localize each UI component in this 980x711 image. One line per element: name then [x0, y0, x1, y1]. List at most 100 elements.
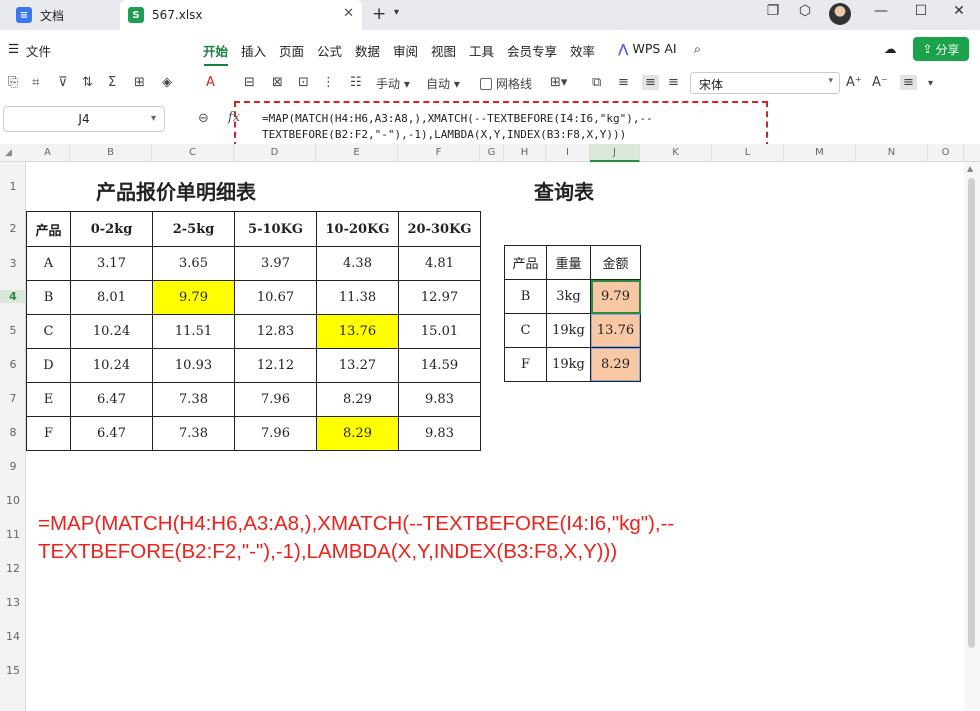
- tab-docs[interactable]: ≡ 文档: [8, 0, 118, 30]
- highlighted-cell[interactable]: 9.79: [152, 280, 235, 315]
- align-icon[interactable]: ⊟: [244, 75, 255, 90]
- table-cell[interactable]: 3.17: [70, 246, 153, 281]
- table-cell[interactable]: 11.38: [316, 280, 399, 315]
- maximize-icon[interactable]: ☐: [910, 3, 932, 19]
- table-cell[interactable]: 14.59: [398, 348, 481, 383]
- sheet-grid[interactable]: 产品报价单明细表 查询表 产品 0-2kg 2-5kg 5-10KG 10-20…: [26, 162, 964, 711]
- table-cell[interactable]: 10.67: [234, 280, 317, 315]
- format-painter-icon[interactable]: ⌗: [32, 75, 39, 90]
- column-header-i[interactable]: I: [546, 144, 590, 162]
- column-header-b[interactable]: B: [70, 144, 152, 162]
- chevron-down-icon[interactable]: ▾: [394, 7, 399, 18]
- row-header-2[interactable]: 2: [0, 222, 26, 235]
- highlighted-cell[interactable]: 13.76: [316, 314, 399, 349]
- column-header-k[interactable]: K: [640, 144, 712, 162]
- table-cell[interactable]: D: [26, 348, 71, 383]
- table-cell[interactable]: 13.27: [316, 348, 399, 383]
- row-header-13[interactable]: 13: [0, 596, 26, 609]
- header-cell[interactable]: 产品: [504, 245, 547, 280]
- row-header-10[interactable]: 10: [0, 494, 26, 507]
- align-left-icon[interactable]: ≡: [618, 75, 629, 90]
- table-cell[interactable]: C: [26, 314, 71, 349]
- fx-icon[interactable]: fx: [228, 110, 240, 125]
- column-header-d[interactable]: D: [234, 144, 316, 162]
- highlighted-cell[interactable]: 8.29: [316, 416, 399, 451]
- column-header-m[interactable]: M: [784, 144, 856, 162]
- wrap-icon[interactable]: ⊡: [298, 75, 309, 90]
- table-cell[interactable]: 10.93: [152, 348, 235, 383]
- search-icon[interactable]: ⌕: [694, 41, 701, 57]
- cloud-sync-icon[interactable]: ☁: [884, 41, 897, 56]
- scroll-up-icon[interactable]: ▲: [967, 164, 973, 173]
- row-header-15[interactable]: 15: [0, 664, 26, 677]
- table-cell[interactable]: F: [504, 347, 547, 382]
- row-header-7[interactable]: 7: [0, 392, 26, 405]
- minimize-icon[interactable]: —: [870, 3, 892, 19]
- scrollbar-thumb[interactable]: [968, 178, 975, 648]
- table-cell[interactable]: 4.38: [316, 246, 399, 281]
- header-cell[interactable]: 10-20KG: [316, 211, 399, 247]
- header-cell[interactable]: 5-10KG: [234, 211, 317, 247]
- font-color-icon[interactable]: A: [206, 75, 215, 90]
- wps-ai-menu[interactable]: ⋀ WPS AI: [618, 41, 677, 56]
- selected-result-cell[interactable]: 9.79: [590, 279, 641, 314]
- table-cell[interactable]: B: [26, 280, 71, 315]
- table-cell[interactable]: F: [26, 416, 71, 451]
- table-cell[interactable]: 3.97: [234, 246, 317, 281]
- table-cell[interactable]: B: [504, 279, 547, 314]
- sort-icon[interactable]: ⇅: [82, 75, 93, 90]
- close-tab-icon[interactable]: ✕: [343, 6, 354, 21]
- menu-review[interactable]: 审阅: [393, 41, 418, 60]
- column-header-f[interactable]: F: [398, 144, 480, 162]
- table-cell[interactable]: 8.29: [316, 382, 399, 417]
- menu-formula[interactable]: 公式: [317, 41, 342, 60]
- column-header-j[interactable]: J: [590, 144, 640, 162]
- filter-icon[interactable]: ⊽: [58, 75, 68, 90]
- row-header-14[interactable]: 14: [0, 630, 26, 643]
- table-cell[interactable]: 3.65: [152, 246, 235, 281]
- table-cell[interactable]: 19kg: [546, 313, 591, 348]
- align-center-icon[interactable]: ≡: [642, 75, 659, 90]
- column-header-l[interactable]: L: [712, 144, 784, 162]
- header-cell[interactable]: 20-30KG: [398, 211, 481, 247]
- table-cell[interactable]: 9.83: [398, 382, 481, 417]
- restore-windows-icon[interactable]: ❐: [762, 3, 784, 19]
- menu-page[interactable]: 页面: [279, 41, 304, 60]
- table-cell[interactable]: 7.96: [234, 382, 317, 417]
- merge-icon[interactable]: ⊠: [272, 75, 283, 90]
- vertical-scrollbar[interactable]: ▲: [964, 162, 980, 711]
- result-cell[interactable]: 13.76: [590, 313, 641, 348]
- header-cell[interactable]: 金额: [590, 245, 641, 280]
- table-cell[interactable]: 6.47: [70, 382, 153, 417]
- paste-icon[interactable]: ⎘: [8, 75, 18, 90]
- table-cell[interactable]: C: [504, 313, 547, 348]
- menu-tools[interactable]: 工具: [469, 41, 494, 60]
- column-header-g[interactable]: G: [480, 144, 504, 162]
- font-select[interactable]: 宋体 ▾: [690, 72, 840, 94]
- row-header-3[interactable]: 3: [0, 257, 26, 270]
- tab-file[interactable]: S 567.xlsx ✕: [120, 0, 362, 30]
- menu-insert[interactable]: 插入: [241, 41, 266, 60]
- cube-icon[interactable]: ⬡: [794, 3, 816, 19]
- zoom-icon[interactable]: ⊖: [198, 111, 209, 126]
- clear-icon[interactable]: ⧉: [592, 75, 601, 90]
- row-header-6[interactable]: 6: [0, 358, 26, 371]
- border-icon[interactable]: ⊞: [134, 75, 145, 90]
- table-cell[interactable]: 3kg: [546, 279, 591, 314]
- column-header-o[interactable]: O: [928, 144, 964, 162]
- avatar[interactable]: [829, 3, 851, 25]
- menu-file[interactable]: 文件: [26, 41, 51, 60]
- hamburger-icon[interactable]: ☰: [8, 41, 19, 56]
- select-all-icon[interactable]: ◢: [0, 144, 26, 162]
- header-cell[interactable]: 2-5kg: [152, 211, 235, 247]
- table-cell[interactable]: E: [26, 382, 71, 417]
- more-chevron-icon[interactable]: ▾: [928, 78, 933, 89]
- table-cell[interactable]: A: [26, 246, 71, 281]
- formula-input[interactable]: =MAP(MATCH(H4:H6,A3:A8,),XMATCH(--TEXTBE…: [234, 101, 768, 148]
- table-cell[interactable]: 7.38: [152, 416, 235, 451]
- column-header-a[interactable]: A: [26, 144, 70, 162]
- table-cell[interactable]: 19kg: [546, 347, 591, 382]
- row-header-8[interactable]: 8: [0, 426, 26, 439]
- row-header-1[interactable]: 1: [0, 180, 26, 193]
- gridlines-checkbox[interactable]: [480, 78, 492, 90]
